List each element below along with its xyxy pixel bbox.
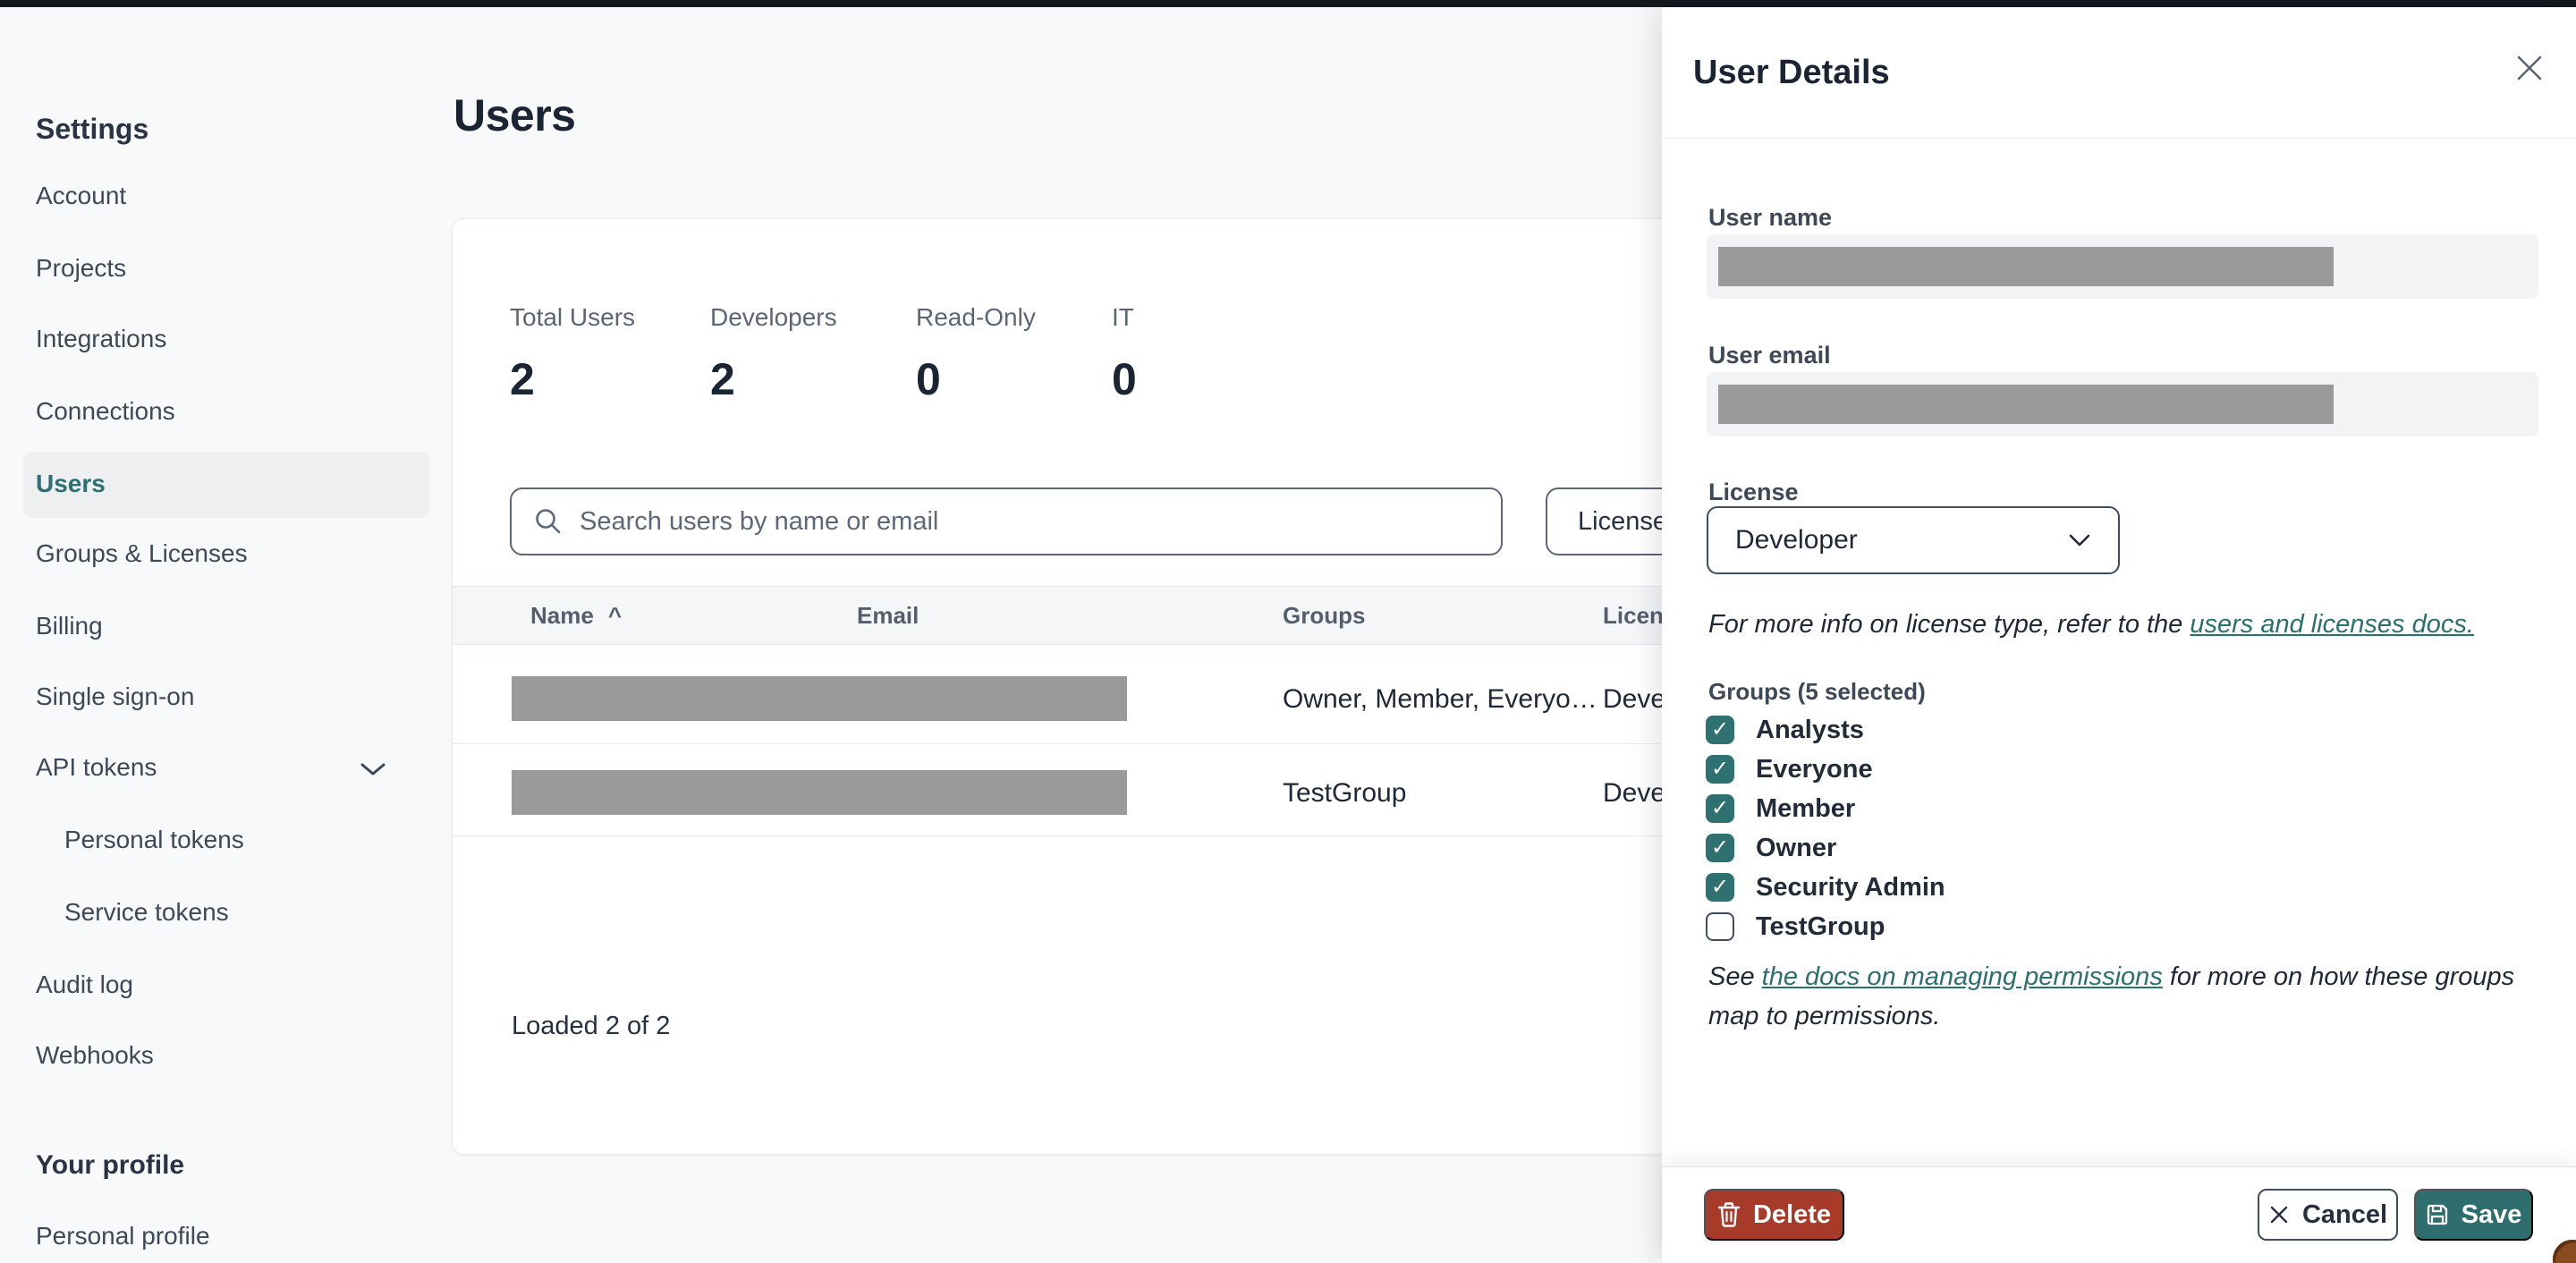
group-name: Everyone	[1756, 754, 1873, 784]
user-search	[510, 487, 1503, 555]
sidebar-item-webhooks[interactable]: Webhooks	[36, 1041, 433, 1070]
divider	[1662, 138, 2576, 139]
group-name: TestGroup	[1756, 911, 1885, 941]
save-disk-icon	[2426, 1203, 2449, 1226]
groups-label: Groups (5 selected)	[1708, 678, 1926, 705]
license-label: License	[1708, 479, 1799, 505]
group-name: Owner	[1756, 833, 1837, 862]
sidebar-item-audit-log[interactable]: Audit log	[36, 971, 433, 999]
group-checkbox-row[interactable]: ✓ Analysts	[1706, 714, 2332, 746]
x-icon	[2268, 1204, 2290, 1225]
sidebar-heading-settings: Settings	[36, 113, 149, 145]
sidebar-item-personal-profile[interactable]: Personal profile	[36, 1222, 433, 1250]
stat-developers: Developers 2	[710, 303, 837, 405]
group-name: Member	[1756, 793, 1856, 823]
save-label: Save	[2461, 1199, 2522, 1229]
delete-button[interactable]: Delete	[1704, 1189, 1844, 1241]
checkbox-analysts[interactable]: ✓	[1706, 716, 1734, 744]
drawer-footer: Delete Cancel Save	[1662, 1166, 2576, 1263]
user-name-label: User name	[1708, 204, 1833, 231]
sidebar-item-users[interactable]: Users	[36, 470, 433, 498]
group-checkbox-row[interactable]: ✓ TestGroup	[1706, 911, 2332, 943]
check-icon: ✓	[1710, 835, 1730, 860]
sidebar-item-service-tokens[interactable]: Service tokens	[64, 898, 462, 927]
stat-value: 2	[710, 354, 735, 404]
license-selected-value: Developer	[1735, 525, 1858, 555]
page-title: Users	[453, 90, 576, 140]
stat-label: Total Users	[510, 303, 636, 331]
user-name-field[interactable]	[1707, 234, 2538, 299]
stat-label: Developers	[710, 303, 837, 331]
sidebar-item-projects[interactable]: Projects	[36, 254, 433, 283]
managing-permissions-docs-link[interactable]: the docs on managing permissions	[1762, 962, 2163, 991]
user-details-drawer: User Details User name User email Licens…	[1662, 7, 2576, 1263]
checkbox-testgroup[interactable]: ✓	[1706, 912, 1734, 941]
redacted-name-email	[512, 770, 1127, 815]
license-note: For more info on license type, refer to …	[1708, 610, 2474, 639]
redacted-user-name	[1718, 247, 2334, 286]
save-button[interactable]: Save	[2414, 1189, 2533, 1241]
check-icon: ✓	[1710, 796, 1730, 820]
group-checkbox-row[interactable]: ✓ Member	[1706, 793, 2332, 825]
cancel-label: Cancel	[2301, 1199, 2388, 1229]
cell-groups: TestGroup	[1283, 778, 1407, 808]
settings-sidebar: Settings Account Projects Integrations C…	[23, 7, 433, 1263]
loaded-status: Loaded 2 of 2	[512, 1012, 671, 1040]
permissions-note: See the docs on managing permissions for…	[1708, 962, 2515, 1030]
group-checkbox-row[interactable]: ✓ Security Admin	[1706, 871, 2332, 903]
group-name: Analysts	[1756, 715, 1864, 744]
sidebar-item-groups-licenses[interactable]: Groups & Licenses	[36, 539, 433, 568]
column-header-email[interactable]: Email	[857, 602, 919, 630]
cancel-button[interactable]: Cancel	[2258, 1189, 2398, 1241]
group-checkbox-row[interactable]: ✓ Everyone	[1706, 753, 2332, 785]
check-icon: ✓	[1710, 717, 1730, 742]
stat-label: Read-Only	[916, 303, 1036, 331]
stat-value: 0	[1112, 354, 1137, 404]
stat-read-only: Read-Only 0	[916, 303, 1036, 405]
cell-groups: Owner, Member, Everyo…	[1283, 684, 1597, 714]
stat-label: IT	[1112, 303, 1134, 331]
search-input[interactable]	[580, 506, 1479, 537]
chevron-down-icon[interactable]	[360, 761, 386, 777]
stat-it: IT 0	[1112, 303, 1137, 405]
chevron-down-icon	[2068, 533, 2091, 547]
sidebar-item-billing[interactable]: Billing	[36, 612, 433, 640]
redacted-name-email	[512, 676, 1127, 721]
users-licenses-docs-link[interactable]: users and licenses docs.	[2190, 610, 2474, 639]
column-header-name[interactable]: Name ^	[530, 602, 622, 630]
checkbox-member[interactable]: ✓	[1706, 794, 1734, 823]
check-icon: ✓	[1710, 875, 1730, 899]
column-header-groups[interactable]: Groups	[1283, 602, 1365, 630]
check-icon: ✓	[1710, 757, 1730, 781]
stat-value: 0	[916, 354, 941, 404]
sidebar-item-single-sign-on[interactable]: Single sign-on	[36, 682, 433, 711]
sidebar-item-personal-tokens[interactable]: Personal tokens	[64, 826, 462, 854]
user-email-label: User email	[1708, 342, 1831, 369]
checkbox-security-admin[interactable]: ✓	[1706, 873, 1734, 902]
trash-icon	[1717, 1201, 1741, 1228]
checkbox-everyone[interactable]: ✓	[1706, 755, 1734, 784]
sidebar-item-account[interactable]: Account	[36, 182, 433, 210]
drawer-title: User Details	[1693, 54, 1890, 91]
group-checkbox-row[interactable]: ✓ Owner	[1706, 832, 2332, 864]
stat-value: 2	[510, 354, 535, 404]
sidebar-item-integrations[interactable]: Integrations	[36, 325, 433, 353]
redacted-user-email	[1718, 385, 2334, 424]
sidebar-heading-your-profile: Your profile	[36, 1150, 185, 1180]
license-filter-label: License	[1578, 506, 1667, 536]
top-window-strip	[0, 0, 2576, 7]
user-email-field[interactable]	[1707, 372, 2538, 437]
close-icon[interactable]	[2510, 48, 2549, 88]
license-select[interactable]: Developer	[1707, 506, 2120, 574]
sort-asc-icon: ^	[607, 602, 623, 629]
search-icon	[533, 506, 564, 537]
delete-label: Delete	[1752, 1199, 1832, 1229]
checkbox-owner[interactable]: ✓	[1706, 834, 1734, 862]
group-name: Security Admin	[1756, 872, 1945, 902]
stat-total-users: Total Users 2	[510, 303, 635, 405]
sidebar-item-connections[interactable]: Connections	[36, 397, 433, 426]
